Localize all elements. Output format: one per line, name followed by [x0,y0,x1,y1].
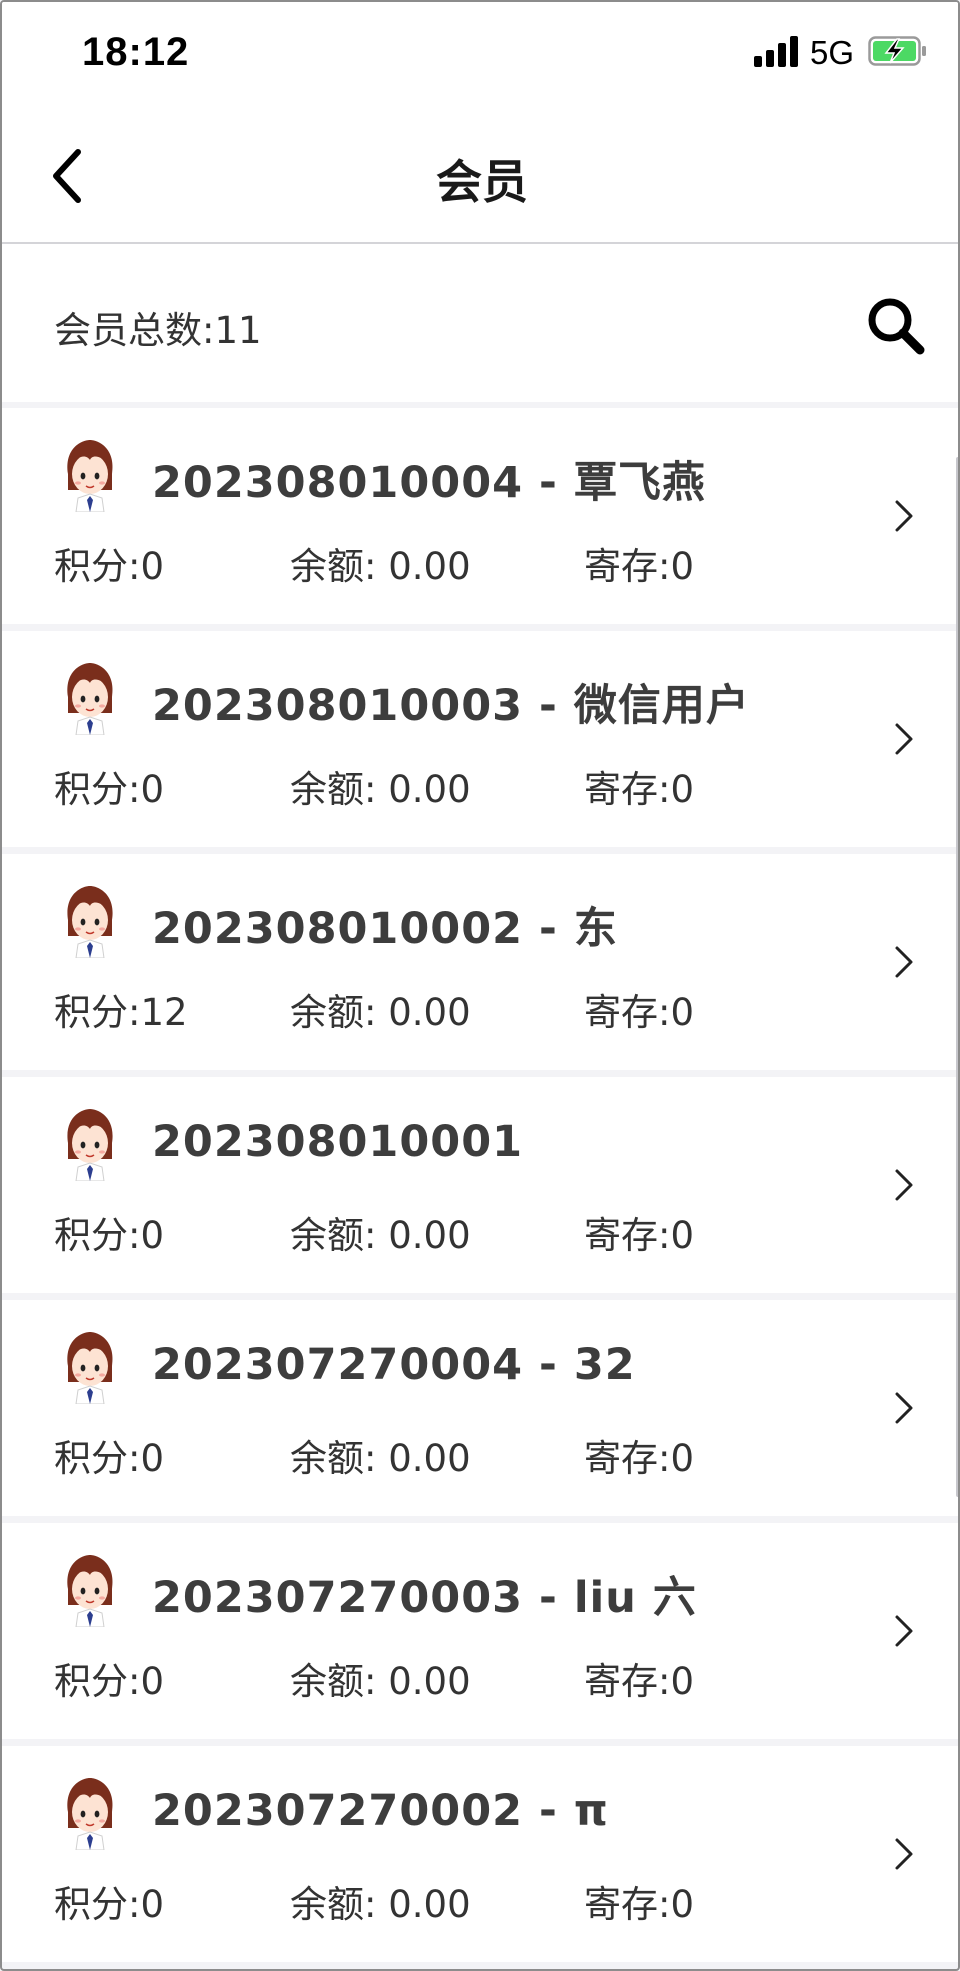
member-row[interactable]: 202307270004 - 32 积分:0 余额: 0.00 寄存:0 [2,1300,958,1516]
member-stored: 寄存:0 [584,991,695,1034]
status-time: 18:12 [82,30,190,74]
member-stored: 寄存:0 [584,545,695,588]
member-balance: 余额: 0.00 [290,1660,471,1703]
avatar-icon [67,1332,113,1404]
member-balance: 余额: 0.00 [290,768,471,811]
member-points: 积分:0 [54,1437,165,1480]
member-title: 202308010001 [152,1117,524,1167]
member-title: 202307270003 - liu 六 [152,1573,697,1623]
avatar-icon [67,1778,113,1850]
member-row[interactable]: 202308010004 - 覃飞燕积分:0 余额: 0.00 寄存:0 [2,408,958,624]
member-points: 积分:0 [54,1214,165,1257]
member-points: 积分:0 [54,1883,165,1926]
chevron-right-icon [895,1169,913,1201]
member-stored: 寄存:0 [584,1660,695,1703]
chevron-right-icon [895,946,913,978]
avatar-icon [67,663,113,735]
member-title: 202308010003 - 微信用户 [152,681,750,731]
member-row[interactable]: 202308010001 积分:0 余额: 0.00 寄存:0 [2,1077,958,1293]
search-icon [868,298,925,355]
page-title: 会员 [436,155,528,209]
summary-bar: 会员总数:11 [2,244,958,402]
member-stored: 寄存:0 [584,1214,695,1257]
member-title: 202308010002 - 东 [152,904,618,954]
signal-icon [754,35,804,67]
member-row[interactable]: 202308010003 - 微信用户积分:0 余额: 0.00 寄存:0 [2,631,958,847]
chevron-right-icon [895,500,913,532]
member-points: 积分:0 [54,545,165,588]
member-row[interactable]: 202308010002 - 东积分:12 余额: 0.00 寄存:0 [2,854,958,1070]
nav-bar: 会员 [2,102,958,244]
search-button[interactable] [864,294,928,358]
member-title: 202307270002 - π [152,1786,609,1836]
avatar-icon [67,886,113,958]
scroll-indicator[interactable] [956,457,958,1497]
network-label: 5G [810,34,855,71]
member-balance: 余额: 0.00 [290,1437,471,1480]
member-stored: 寄存:0 [584,1437,695,1480]
member-points: 积分:0 [54,768,165,811]
chevron-right-icon [895,1615,913,1647]
member-row[interactable]: 202307270003 - liu 六积分:0 余额: 0.00 寄存:0 [2,1523,958,1739]
member-points: 积分:12 [54,991,188,1034]
member-stored: 寄存:0 [584,768,695,811]
member-balance: 余额: 0.00 [290,991,471,1034]
member-balance: 余额: 0.00 [290,1883,471,1926]
app-screen: 18:12 5G 会员 会员总数:11 202308010004 - 覃飞燕 积… [0,0,960,1971]
member-title: 202307270004 - 32 [152,1340,636,1390]
avatar-icon [67,1109,113,1181]
member-count: 会员总数:11 [54,309,262,352]
member-stored: 寄存:0 [584,1883,695,1926]
member-title: 202308010004 - 覃飞燕 [152,458,706,508]
member-row[interactable]: 202307270002 - π 积分:0 余额: 0.00 寄存:0 [2,1746,958,1962]
member-balance: 余额: 0.00 [290,1214,471,1257]
chevron-right-icon [895,1838,913,1870]
member-balance: 余额: 0.00 [290,545,471,588]
avatar-icon [67,440,113,512]
member-points: 积分:0 [54,1660,165,1703]
status-bar: 18:12 5G [2,2,958,102]
chevron-right-icon [895,723,913,755]
battery-charging-icon [868,36,926,66]
avatar-icon [67,1555,113,1627]
chevron-right-icon [895,1392,913,1424]
